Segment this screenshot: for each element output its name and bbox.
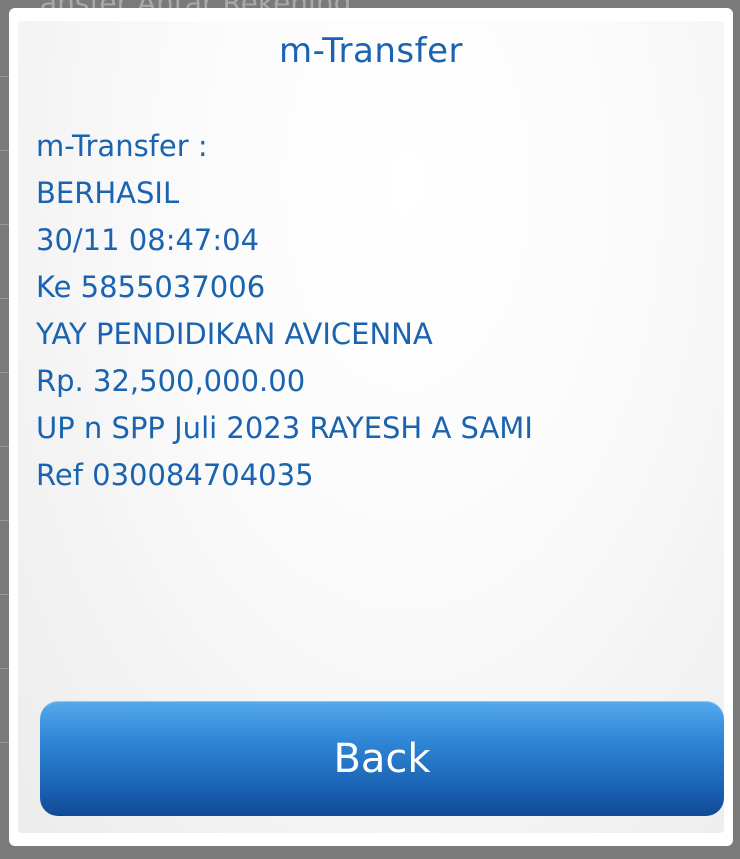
dialog-title: m-Transfer — [279, 31, 463, 71]
timestamp: 30/11 08:47:04 — [36, 223, 260, 257]
back-button[interactable]: Back — [40, 701, 724, 816]
destination-account: Ke 5855037006 — [36, 270, 266, 304]
amount: Rp. 32,500,000.00 — [36, 364, 306, 398]
message-header: m-Transfer : — [36, 129, 208, 163]
dialog-content: m-Transfer m-Transfer : BERHASIL 30/11 0… — [18, 21, 724, 833]
reference-number: Ref 030084704035 — [36, 458, 314, 492]
transfer-note: UP n SPP Juli 2023 RAYESH A SAMI — [36, 411, 533, 445]
status-text: BERHASIL — [36, 176, 180, 210]
recipient-name: YAY PENDIDIKAN AVICENNA — [36, 317, 433, 351]
transfer-result-dialog: m-Transfer m-Transfer : BERHASIL 30/11 0… — [9, 8, 733, 846]
transfer-message: m-Transfer : BERHASIL 30/11 08:47:04 Ke … — [36, 123, 716, 499]
